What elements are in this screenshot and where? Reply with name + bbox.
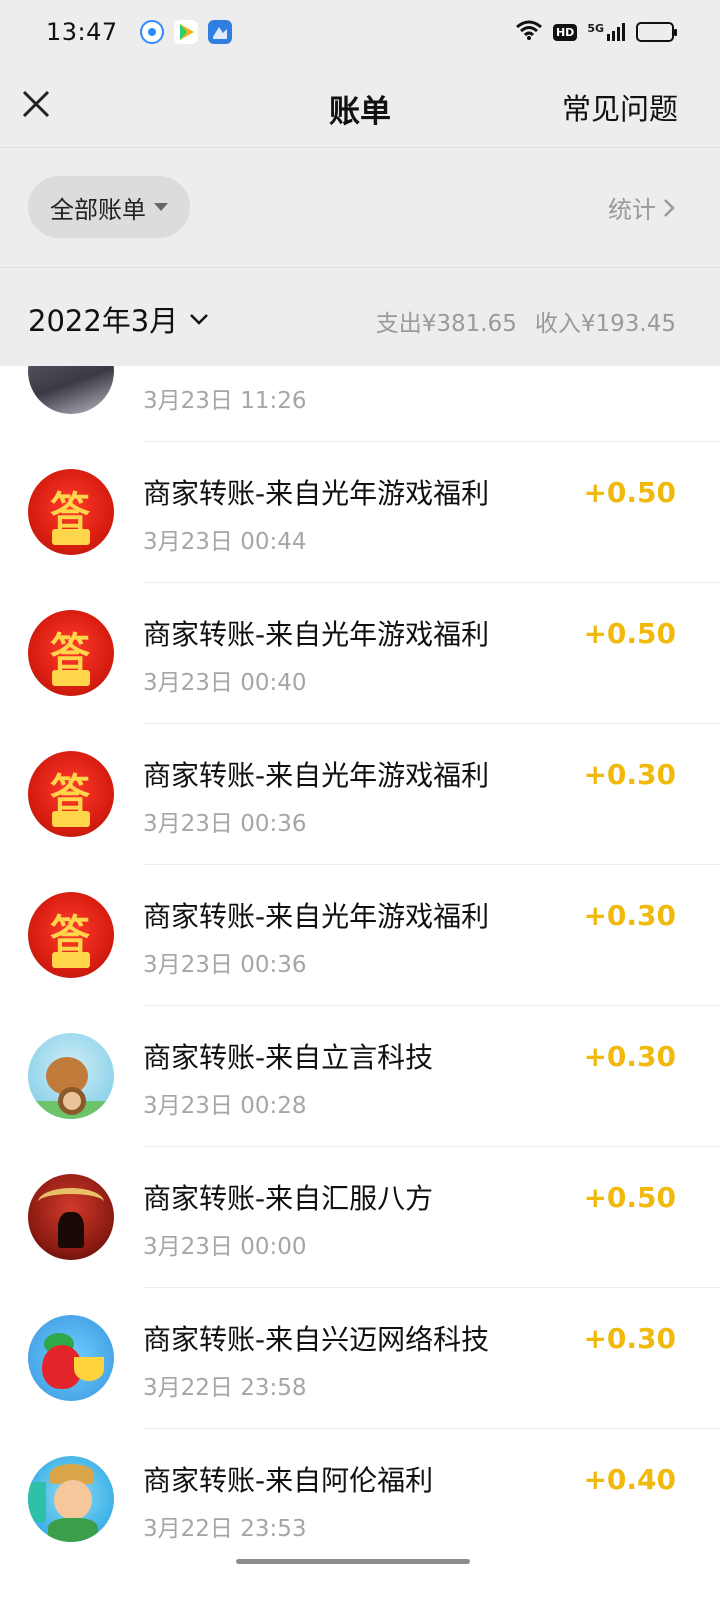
transaction-time: 3月23日 00:44 bbox=[143, 529, 307, 555]
coin-game-avatar: 答 bbox=[28, 892, 114, 978]
coin-game-avatar: 答 bbox=[28, 751, 114, 837]
transaction-time: 3月22日 23:53 bbox=[143, 1516, 307, 1542]
statistics-label: 统计 bbox=[608, 196, 656, 224]
faq-button[interactable]: 常见问题 bbox=[562, 86, 678, 128]
coin-game-avatar: 答 bbox=[28, 610, 114, 696]
transaction-time: 3月23日 00:36 bbox=[143, 952, 307, 978]
battery-icon bbox=[636, 22, 677, 42]
wifi-icon bbox=[515, 19, 543, 45]
transaction-title: 商家转账-来自光年游戏福利 bbox=[143, 759, 490, 792]
transaction-amount: +0.30 bbox=[583, 899, 676, 932]
month-expense: 支出¥381.65 bbox=[375, 311, 517, 337]
month-selector[interactable]: 2022年3月 bbox=[28, 298, 210, 340]
transaction-title: 商家转账-来自立言科技 bbox=[143, 1041, 434, 1074]
transaction-amount: +0.50 bbox=[583, 1181, 676, 1214]
transaction-title: 商家转账-来自阿伦福利 bbox=[143, 1464, 434, 1497]
signal-icon: 5G bbox=[587, 22, 626, 42]
boy-game-avatar bbox=[28, 1456, 114, 1542]
transaction-time: 3月23日 11:26 bbox=[143, 388, 307, 414]
browser-app-icon bbox=[139, 20, 164, 44]
signal-label: 5G bbox=[587, 22, 604, 35]
all-bills-label: 全部账单 bbox=[50, 195, 146, 224]
video-app-icon bbox=[173, 20, 198, 44]
notification-icons bbox=[139, 20, 232, 44]
transaction-row[interactable]: 3月23日 11:26 bbox=[0, 366, 720, 442]
transaction-amount: +0.50 bbox=[583, 476, 676, 509]
hd-badge: HD bbox=[552, 23, 578, 41]
month-summary: 支出¥381.65 收入¥193.45 bbox=[376, 304, 676, 338]
transaction-time: 3月23日 00:28 bbox=[143, 1093, 307, 1119]
chevron-down-icon bbox=[190, 314, 209, 325]
transaction-title: 商家转账-来自光年游戏福利 bbox=[143, 618, 490, 651]
fruit-game-avatar bbox=[28, 1315, 114, 1401]
transaction-title: 商家转账-来自光年游戏福利 bbox=[143, 900, 490, 933]
status-time: 13:47 bbox=[46, 18, 118, 46]
transaction-row[interactable]: 答 商家转账-来自光年游戏福利 3月23日 00:36 +0.30 bbox=[0, 724, 720, 865]
transaction-row[interactable]: 商家转账-来自兴迈网络科技 3月22日 23:58 +0.30 bbox=[0, 1288, 720, 1429]
transaction-time: 3月23日 00:40 bbox=[143, 670, 307, 696]
status-bar: 13:47 HD 5G bbox=[0, 0, 720, 64]
statistics-button[interactable]: 统计 bbox=[608, 190, 676, 225]
cannon-game-avatar bbox=[28, 1033, 114, 1119]
month-label: 2022年3月 bbox=[28, 304, 179, 338]
chevron-right-icon bbox=[664, 198, 675, 217]
transaction-row[interactable]: 商家转账-来自阿伦福利 3月22日 23:53 +0.40 bbox=[0, 1429, 720, 1570]
month-income: 收入¥193.45 bbox=[534, 311, 676, 337]
transaction-list[interactable]: 3月23日 11:26 答 商家转账-来自光年游戏福利 3月23日 00:44 … bbox=[0, 366, 720, 1600]
transaction-amount: +0.50 bbox=[583, 617, 676, 650]
close-icon[interactable] bbox=[20, 88, 52, 120]
transaction-amount: +0.40 bbox=[583, 1463, 676, 1496]
transaction-title: 商家转账-来自汇服八方 bbox=[143, 1182, 434, 1215]
nav-bar: 账单 常见问题 bbox=[0, 64, 720, 148]
transaction-amount: +0.30 bbox=[583, 758, 676, 791]
month-header: 2022年3月 支出¥381.65 收入¥193.45 bbox=[0, 268, 720, 366]
all-bills-filter-button[interactable]: 全部账单 bbox=[28, 176, 190, 238]
coin-game-avatar: 答 bbox=[28, 469, 114, 555]
caret-down-icon bbox=[154, 203, 168, 211]
home-indicator[interactable] bbox=[236, 1559, 470, 1564]
transaction-time: 3月23日 00:36 bbox=[143, 811, 307, 837]
transaction-row[interactable]: 答 商家转账-来自光年游戏福利 3月23日 00:36 +0.30 bbox=[0, 865, 720, 1006]
transaction-title: 商家转账-来自光年游戏福利 bbox=[143, 477, 490, 510]
photo-avatar bbox=[28, 366, 114, 414]
transaction-time: 3月22日 23:58 bbox=[143, 1375, 307, 1401]
transaction-amount: +0.30 bbox=[583, 1322, 676, 1355]
stage-game-avatar bbox=[28, 1174, 114, 1260]
transaction-time: 3月23日 00:00 bbox=[143, 1234, 307, 1260]
transaction-title: 商家转账-来自兴迈网络科技 bbox=[143, 1323, 490, 1356]
transaction-amount: +0.30 bbox=[583, 1040, 676, 1073]
transaction-row[interactable]: 答 商家转账-来自光年游戏福利 3月23日 00:40 +0.50 bbox=[0, 583, 720, 724]
map-app-icon bbox=[207, 20, 232, 44]
transaction-row[interactable]: 答 商家转账-来自光年游戏福利 3月23日 00:44 +0.50 bbox=[0, 442, 720, 583]
system-status: HD 5G bbox=[515, 19, 677, 45]
filter-bar: 全部账单 统计 bbox=[0, 148, 720, 268]
transaction-row[interactable]: 商家转账-来自立言科技 3月23日 00:28 +0.30 bbox=[0, 1006, 720, 1147]
transaction-row[interactable]: 商家转账-来自汇服八方 3月23日 00:00 +0.50 bbox=[0, 1147, 720, 1288]
